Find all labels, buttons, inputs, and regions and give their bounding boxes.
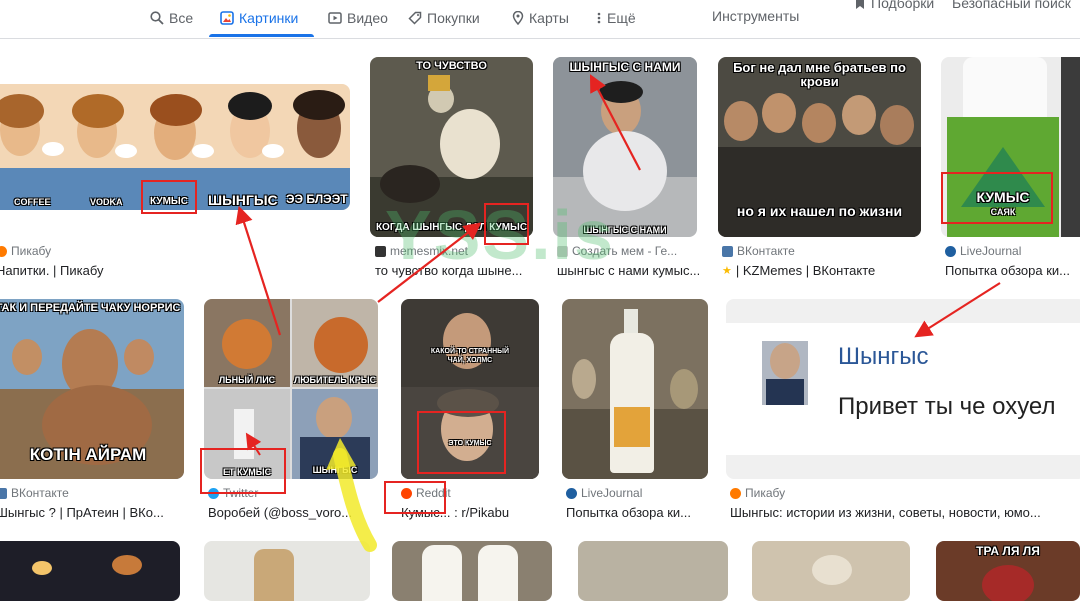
tab-all[interactable]: Все (150, 0, 193, 36)
tab-maps-label: Карты (529, 10, 569, 26)
safesearch-button[interactable]: Безопасный поиск (952, 0, 1071, 11)
result-image-15[interactable] (752, 541, 910, 601)
result-caption-10[interactable]: Шынгыс: истории из жизни, советы, новост… (730, 505, 1075, 520)
result-image-4[interactable]: Бог не дал мне братьев по крови но я их … (718, 57, 921, 237)
label-coffee: COFFEE (14, 197, 51, 207)
source-label: LiveJournal (960, 244, 1022, 258)
result-image-12[interactable] (204, 541, 370, 601)
tab-images[interactable]: Картинки (220, 0, 298, 36)
result-source-1[interactable]: Пикабу (0, 244, 336, 258)
tab-maps[interactable]: Карты (512, 0, 569, 36)
highlight-box-reddit (384, 481, 446, 514)
result-image-10[interactable]: Шынгыс Привет ты че охуел (726, 299, 1080, 479)
livejournal-icon (945, 245, 956, 257)
meme-top-text: ТРА ЛЯ ЛЯ (976, 544, 1040, 558)
result-caption-6[interactable]: Шынгыс ? | ПрАтеин | ВКо... (0, 505, 182, 520)
highlight-box-bottle (941, 172, 1053, 224)
result-source-4[interactable]: ВКонтакте (722, 244, 922, 258)
caption-text: | KZMemes | ВКонтакте (735, 263, 876, 278)
result-source-10[interactable]: Пикабу (730, 486, 1070, 500)
label-ee-blaet: ЭЭ БЛЭЭТ (286, 192, 348, 206)
search-tabs-bar: Все Картинки Видео Покупки Карты Ещё Инс… (0, 0, 1080, 39)
active-tab-indicator (209, 34, 314, 37)
collections-button[interactable]: Подборки (855, 0, 934, 11)
tab-images-label: Картинки (239, 10, 299, 26)
video-icon (328, 12, 342, 24)
tab-video-label: Видео (347, 10, 388, 26)
pikabu-icon (730, 487, 741, 499)
result-image-9[interactable] (562, 299, 708, 479)
search-icon (150, 11, 164, 25)
vk-icon (722, 245, 733, 257)
chat-sender-name: Шынгыс (838, 343, 929, 370)
highlight-box-kumys-4 (417, 411, 506, 474)
source-label: Пикабу (11, 244, 52, 258)
source-label: ВКонтакте (737, 244, 795, 258)
meme-top-text: ШЫНГЫС С НАМИ (569, 60, 681, 74)
source-label: Пикабу (745, 486, 786, 500)
vk-icon (0, 487, 7, 499)
meme-top-text: Бог не дал мне братьев по крови (733, 60, 906, 89)
highlight-box-kumys-1 (141, 180, 197, 214)
meme-top-text: КАКОЙ-ТО СТРАННЫЙ ЧАЙ, ХОЛМС (430, 348, 510, 364)
result-image-11[interactable] (0, 541, 180, 601)
bookmark-icon (856, 0, 864, 9)
highlight-box-kumys-3 (200, 448, 286, 494)
tab-more-label: Ещё (607, 10, 636, 26)
result-image-16[interactable]: ТРА ЛЯ ЛЯ (936, 541, 1080, 601)
tab-video[interactable]: Видео (328, 0, 388, 36)
result-caption-1[interactable]: Напитки. | Пикабу (0, 263, 341, 278)
result-image-6[interactable]: ТАК И ПЕРЕДАЙТЕ ЧАКУ НОРРИС КОТІН АЙРАМ (0, 299, 184, 479)
source-label: ВКонтакте (11, 486, 69, 500)
label-vodka: VODKA (90, 197, 123, 207)
star-icon: ★ (722, 265, 732, 277)
meme-text-4: ШЫНГЫС (312, 465, 358, 475)
result-caption-5[interactable]: Попытка обзора ки... (945, 263, 1080, 278)
map-pin-icon (512, 11, 524, 25)
pikabu-icon (0, 245, 7, 257)
result-caption-9[interactable]: Попытка обзора ки... (566, 505, 706, 520)
meme-bottom-text: но я их нашел по жизни (736, 203, 903, 219)
result-source-6[interactable]: ВКонтакте (0, 486, 181, 500)
label-shyngys: ШЫНГЫС (208, 192, 278, 208)
highlight-box-kumys-2 (484, 203, 529, 245)
meme-top-text: ТАК И ПЕРЕДАЙТЕ ЧАКУ НОРРИС (0, 302, 181, 314)
tab-shopping[interactable]: Покупки (408, 0, 480, 36)
chat-message: Привет ты че охуел (838, 393, 1056, 420)
result-source-5[interactable]: LiveJournal (945, 244, 1080, 258)
meme-text-1: ЛЬНЫЙ ЛИС (218, 375, 276, 385)
tools-button[interactable]: Инструменты (712, 8, 799, 24)
images-icon (220, 11, 234, 25)
tag-icon (408, 11, 422, 25)
source-label: LiveJournal (581, 486, 643, 500)
result-caption-7[interactable]: Воробей (@boss_voro... (208, 505, 378, 520)
tab-shopping-label: Покупки (427, 10, 480, 26)
result-image-14[interactable] (578, 541, 728, 601)
meme-top-text: ТО ЧУВСТВО (416, 60, 487, 72)
result-image-13[interactable] (392, 541, 552, 601)
tab-more[interactable]: Ещё (596, 0, 636, 36)
tab-all-label: Все (169, 10, 194, 26)
meme-text-2: ЛЮБИТЕЛЬ КРЫС (293, 375, 377, 385)
meme-bottom-text: КОТІН АЙРАМ (29, 445, 147, 464)
livejournal-icon (566, 487, 577, 499)
collections-label: Подборки (871, 0, 935, 11)
more-vert-icon (597, 12, 601, 24)
result-source-9[interactable]: LiveJournal (566, 486, 706, 500)
result-caption-4[interactable]: ★ | KZMemes | ВКонтакте (722, 263, 922, 278)
